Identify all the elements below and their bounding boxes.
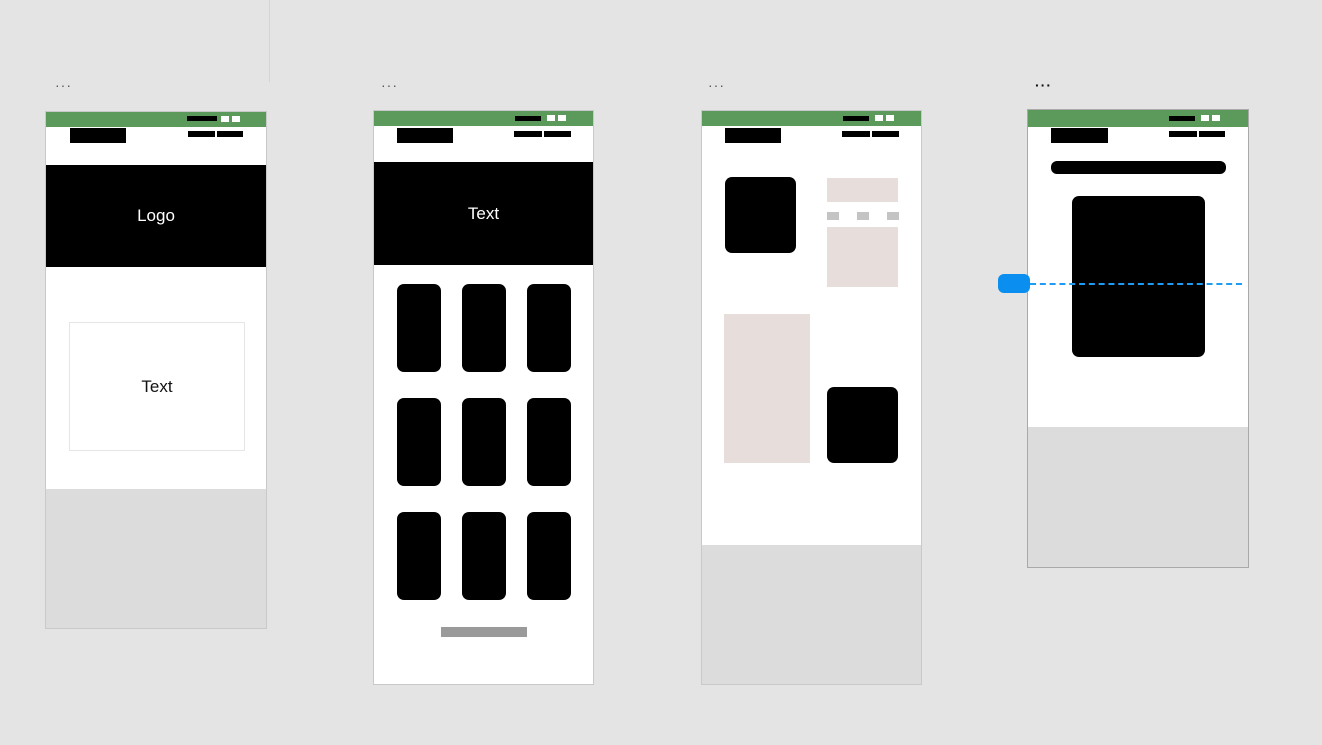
grid-card[interactable] xyxy=(462,284,506,372)
carousel-dot[interactable] xyxy=(887,212,899,220)
frame-3-more-icon[interactable]: ··· xyxy=(708,78,725,92)
text-box-label: Text xyxy=(141,376,173,396)
image-card[interactable] xyxy=(1072,196,1205,357)
placeholder-block xyxy=(827,178,898,202)
grid-card[interactable] xyxy=(527,398,571,486)
hero-banner: Text xyxy=(374,162,593,265)
image-card[interactable] xyxy=(725,177,796,253)
status-bar-icon xyxy=(1201,115,1209,121)
frame-1-more-icon[interactable]: ··· xyxy=(55,78,72,92)
nav-item[interactable] xyxy=(842,131,870,137)
header-logo-block xyxy=(1051,128,1108,143)
status-bar-icon xyxy=(232,116,240,122)
nav-item[interactable] xyxy=(188,131,215,137)
nav-item[interactable] xyxy=(1199,131,1225,137)
carousel-dot[interactable] xyxy=(827,212,839,220)
status-bar-icon xyxy=(875,115,883,121)
header-logo-block xyxy=(70,128,126,143)
hero-text: Logo xyxy=(137,206,175,225)
nav-item[interactable] xyxy=(1169,131,1197,137)
frame-3[interactable] xyxy=(701,110,922,685)
canvas-divider xyxy=(269,0,270,82)
frame-4-more-icon[interactable]: ··· xyxy=(1035,78,1052,92)
status-bar xyxy=(702,111,921,126)
status-bar xyxy=(1028,110,1248,127)
footer xyxy=(46,489,266,628)
hero-banner: Logo xyxy=(46,165,266,267)
nav-item[interactable] xyxy=(872,131,899,137)
status-bar-icon xyxy=(515,116,541,121)
footer xyxy=(1028,427,1248,567)
grid-card[interactable] xyxy=(462,398,506,486)
status-bar-icon xyxy=(886,115,894,121)
grid-card[interactable] xyxy=(527,284,571,372)
status-bar-icon xyxy=(1169,116,1195,121)
placeholder-block xyxy=(827,227,898,287)
grid-card[interactable] xyxy=(397,284,441,372)
header-logo-block xyxy=(397,128,453,143)
status-bar xyxy=(46,112,266,127)
header-logo-block xyxy=(725,128,781,143)
status-bar-icon xyxy=(187,116,217,121)
grid-card[interactable] xyxy=(397,512,441,600)
guide-handle-icon[interactable] xyxy=(998,274,1030,293)
guide-line xyxy=(1030,283,1242,285)
nav-item[interactable] xyxy=(544,131,571,137)
status-bar-icon xyxy=(558,115,566,121)
frame-2[interactable]: Text xyxy=(373,110,594,685)
footer xyxy=(702,545,921,684)
status-bar-icon xyxy=(221,116,229,122)
image-card[interactable] xyxy=(827,387,898,463)
carousel-dot[interactable] xyxy=(857,212,869,220)
status-bar-icon xyxy=(547,115,555,121)
grid-card[interactable] xyxy=(462,512,506,600)
nav-item[interactable] xyxy=(217,131,243,137)
text-box: Text xyxy=(69,322,245,451)
search-bar[interactable] xyxy=(1051,161,1226,174)
placeholder-block xyxy=(724,314,810,463)
grid-card[interactable] xyxy=(527,512,571,600)
load-more-bar[interactable] xyxy=(441,627,527,637)
status-bar-icon xyxy=(843,116,869,121)
status-bar xyxy=(374,111,593,126)
nav-item[interactable] xyxy=(514,131,542,137)
frame-1[interactable]: Logo Text xyxy=(45,111,267,629)
grid-card[interactable] xyxy=(397,398,441,486)
hero-text: Text xyxy=(467,203,500,223)
status-bar-icon xyxy=(1212,115,1220,121)
frame-4[interactable] xyxy=(1027,109,1249,568)
frame-2-more-icon[interactable]: ··· xyxy=(381,78,398,92)
